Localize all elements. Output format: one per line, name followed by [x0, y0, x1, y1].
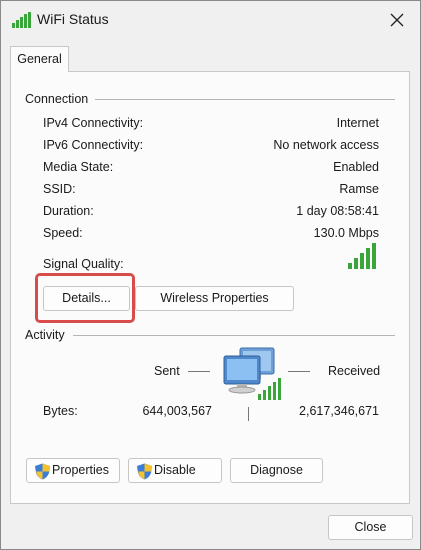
duration-label: Duration:: [43, 204, 94, 218]
connection-divider: [95, 99, 395, 100]
ssid-value: Ramse: [339, 182, 379, 196]
ssid-label: SSID:: [43, 182, 76, 196]
bytes-sent-value: 644,003,567: [142, 404, 212, 418]
disable-button[interactable]: Disable: [128, 458, 222, 483]
network-computers-icon: [223, 347, 281, 400]
sent-line: [188, 371, 210, 372]
speed-label: Speed:: [43, 226, 83, 240]
connection-heading: Connection: [25, 92, 89, 106]
tab-general[interactable]: General: [10, 46, 69, 72]
signal-bar: [366, 248, 370, 269]
uac-shield-icon: [137, 463, 152, 480]
signal-strength-icon: [348, 243, 376, 269]
activity-divider: [73, 335, 395, 336]
speed-value: 130.0 Mbps: [313, 226, 379, 240]
close-button[interactable]: Close: [328, 515, 413, 540]
activity-heading: Activity: [25, 328, 65, 342]
diagnose-button[interactable]: Diagnose: [230, 458, 323, 483]
wifi-status-dialog: WiFi Status General Connection IPv4 Conn…: [0, 0, 421, 550]
signal-quality-label: Signal Quality:: [43, 257, 124, 271]
title-bar: WiFi Status: [1, 1, 420, 39]
ipv4-label: IPv4 Connectivity:: [43, 116, 144, 130]
received-line: [288, 371, 310, 372]
properties-label: Properties: [52, 463, 109, 477]
signal-bar: [372, 243, 376, 269]
bytes-received-value: 2,617,346,671: [299, 404, 379, 418]
ipv6-label: IPv6 Connectivity:: [43, 138, 144, 152]
details-highlight: [35, 273, 135, 323]
uac-shield-icon: [35, 463, 50, 480]
wifi-signal-icon: [12, 12, 31, 28]
signal-bar: [348, 263, 352, 269]
ipv4-value: Internet: [336, 116, 379, 130]
bytes-divider: [248, 407, 249, 421]
received-label: Received: [328, 364, 381, 378]
signal-bar: [360, 253, 364, 269]
properties-button[interactable]: Properties: [26, 458, 120, 483]
wireless-properties-button[interactable]: Wireless Properties: [135, 286, 294, 311]
duration-value: 1 day 08:58:41: [296, 204, 379, 218]
sent-label: Sent: [154, 364, 180, 378]
window-title: WiFi Status: [37, 11, 109, 27]
close-icon[interactable]: [382, 5, 412, 35]
disable-label: Disable: [154, 463, 196, 477]
signal-bar: [354, 258, 358, 269]
media-state-label: Media State:: [43, 160, 114, 174]
bytes-label: Bytes:: [43, 404, 78, 418]
media-state-value: Enabled: [333, 160, 379, 174]
ipv6-value: No network access: [273, 138, 379, 152]
